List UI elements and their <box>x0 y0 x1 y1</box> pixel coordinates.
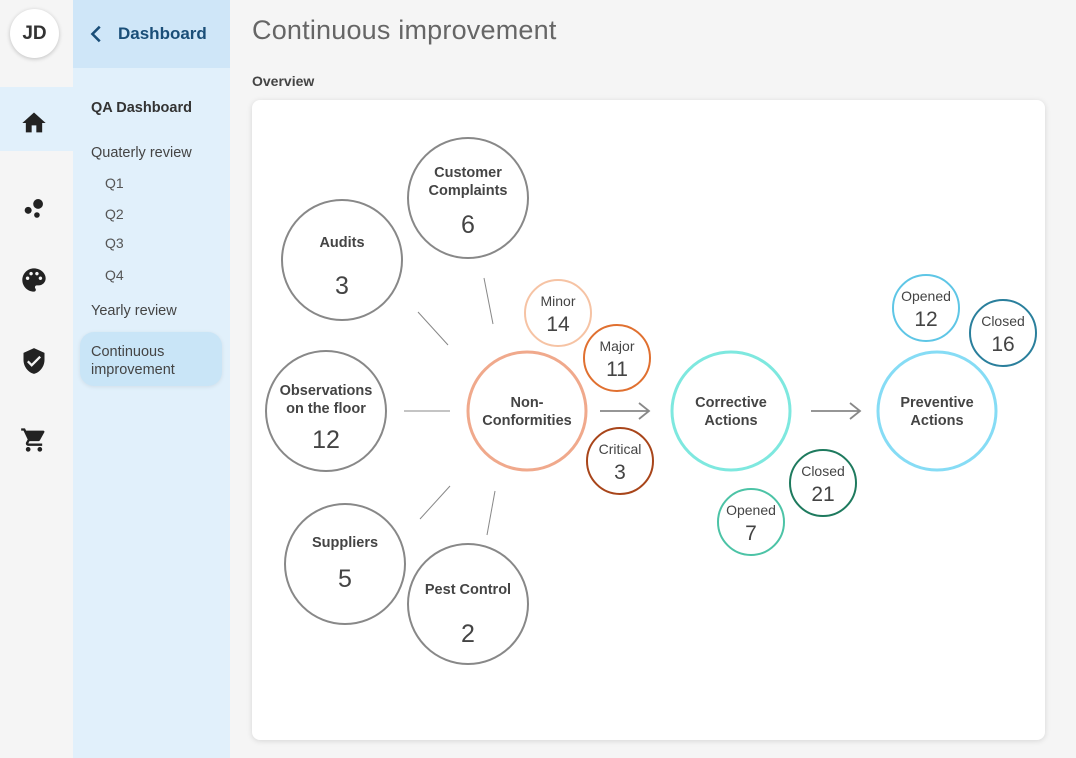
nav-item-q1[interactable]: Q1 <box>105 175 124 191</box>
suppliers-label: Suppliers <box>312 535 378 551</box>
customer-complaints-node[interactable]: Customer Complaints 6 <box>407 137 529 259</box>
critical-label: Critical <box>599 441 642 457</box>
audits-value: 3 <box>335 272 349 300</box>
nav-item-continuous-improvement[interactable]: Continuous improvement <box>91 343 211 379</box>
nav-item-quarterly-review[interactable]: Quaterly review <box>91 145 192 161</box>
preventive-closed-label: Closed <box>981 313 1025 329</box>
nav-item-yearly-review[interactable]: Yearly review <box>91 303 177 319</box>
preventive-opened-badge[interactable]: Opened 12 <box>892 274 960 342</box>
suppliers-node[interactable]: Suppliers 5 <box>284 503 406 625</box>
customer-complaints-label: Complaints <box>429 183 508 199</box>
observations-on-the-floor-label: Observations <box>280 383 373 399</box>
nonconformities-node[interactable]: Non- Conformities <box>466 350 588 472</box>
preventive-label-line1: Preventive <box>900 395 973 411</box>
palette-icon[interactable] <box>18 264 50 296</box>
preventive-closed-badge[interactable]: Closed 16 <box>969 299 1037 367</box>
home-icon[interactable] <box>18 107 50 139</box>
observations-on-the-floor-value: 12 <box>312 426 340 454</box>
arrow-icon <box>811 402 862 420</box>
critical-badge[interactable]: Critical 3 <box>586 427 654 495</box>
arrow-icon <box>600 402 651 420</box>
corrective-opened-badge[interactable]: Opened 7 <box>717 488 785 556</box>
connector-line <box>486 490 496 536</box>
audits-node[interactable]: Audits 3 <box>281 199 403 321</box>
corrective-closed-badge[interactable]: Closed 21 <box>789 449 857 517</box>
major-badge[interactable]: Major 11 <box>583 324 651 392</box>
critical-value: 3 <box>614 461 626 484</box>
observations-on-the-floor-label: on the floor <box>286 401 366 417</box>
customer-complaints-value: 6 <box>461 211 475 239</box>
overview-card: Customer Complaints 6 Audits 3 Observations on… <box>252 100 1045 740</box>
nonconformities-label-line1: Non- <box>510 395 543 411</box>
corrective-closed-label: Closed <box>801 463 845 479</box>
icon-rail: JD <box>0 0 73 758</box>
connector-line <box>419 485 451 520</box>
pest-control-value: 2 <box>461 620 475 648</box>
corrective-actions-circle <box>670 350 792 472</box>
preventive-opened-value: 12 <box>914 308 937 331</box>
nonconformities-label-line2: Conformities <box>482 413 571 429</box>
minor-value: 14 <box>546 313 570 336</box>
shield-check-icon[interactable] <box>18 345 50 377</box>
nav-item-q3[interactable]: Q3 <box>105 235 124 251</box>
section-title: Overview <box>252 73 315 89</box>
avatar[interactable]: JD <box>10 9 59 58</box>
corrective-opened-label: Opened <box>726 502 776 518</box>
audits-circle <box>281 199 403 321</box>
corrective-label-line2: Actions <box>704 413 757 429</box>
audits-label: Audits <box>319 235 364 251</box>
nav-item-q2[interactable]: Q2 <box>105 206 124 222</box>
cart-icon[interactable] <box>18 424 50 456</box>
corrective-label-line1: Corrective <box>695 395 767 411</box>
preventive-actions-node[interactable]: Preventive Actions <box>876 350 998 472</box>
suppliers-circle <box>284 503 406 625</box>
nav-panel: Dashboard QA Dashboard Quaterly review Q… <box>73 0 230 758</box>
pest-control-node[interactable]: Pest Control 2 <box>407 543 529 665</box>
corrective-closed-value: 21 <box>811 483 834 506</box>
back-label: Dashboard <box>118 24 207 43</box>
minor-label: Minor <box>540 293 575 309</box>
corrective-opened-value: 7 <box>745 522 757 545</box>
preventive-closed-value: 16 <box>991 333 1014 356</box>
connector-line <box>483 277 494 325</box>
page-title: Continuous improvement <box>252 15 557 45</box>
suppliers-value: 5 <box>338 565 352 593</box>
chevron-left-icon <box>90 25 101 43</box>
minor-badge[interactable]: Minor 14 <box>524 279 592 347</box>
customer-complaints-label: Customer <box>434 165 502 181</box>
back-to-dashboard-button[interactable]: Dashboard <box>73 0 230 68</box>
observations-on-the-floor-node[interactable]: Observations on the floor 12 <box>265 350 387 472</box>
connector-line <box>417 311 449 346</box>
major-label: Major <box>599 338 634 354</box>
nav-item-q4[interactable]: Q4 <box>105 267 124 283</box>
pest-control-label: Pest Control <box>425 582 511 598</box>
preventive-opened-label: Opened <box>901 288 951 304</box>
preventive-actions-circle <box>876 350 998 472</box>
bubbles-icon[interactable] <box>18 192 50 224</box>
process-diagram: Customer Complaints 6 Audits 3 Observations on… <box>265 137 1037 665</box>
nav-section-qa-dashboard[interactable]: QA Dashboard <box>91 100 192 116</box>
preventive-label-line2: Actions <box>910 413 963 429</box>
major-value: 11 <box>606 358 628 381</box>
corrective-actions-node[interactable]: Corrective Actions <box>670 350 792 472</box>
nonconformities-circle <box>466 350 588 472</box>
